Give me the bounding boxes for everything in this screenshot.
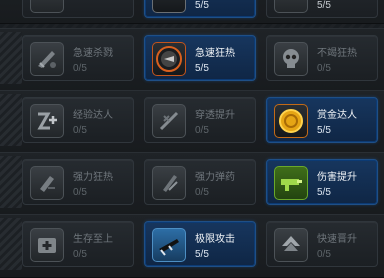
skill-card-top-3[interactable]: 5/5 <box>266 0 378 18</box>
green-gun-icon <box>274 166 308 200</box>
power-frenzy-icon <box>30 166 64 200</box>
blade-icon <box>30 42 64 76</box>
skill-name: 极限攻击 <box>195 234 235 245</box>
skill-icon <box>274 0 308 13</box>
rifle-icon <box>152 228 186 262</box>
skill-level: 5/5 <box>317 125 331 136</box>
skill-name: 强力弹药 <box>195 172 235 183</box>
side-decoration <box>0 32 22 84</box>
skill-icon <box>152 0 186 13</box>
rank-up-icon <box>274 228 308 262</box>
skill-level: 5/5 <box>195 0 209 11</box>
skill-card-endless-frenzy[interactable]: 不竭狂热 0/5 <box>266 35 378 81</box>
skill-name: 生存至上 <box>73 234 113 245</box>
skill-card-power-ammo[interactable]: 强力弹药 0/5 <box>144 159 256 205</box>
skill-name: 穿透提升 <box>195 110 235 121</box>
skill-level: 0/5 <box>317 249 331 260</box>
skill-name: 急速杀戮 <box>73 48 113 59</box>
skill-card-top-1[interactable] <box>22 0 134 18</box>
skill-card-fast-promotion[interactable]: 快速晋升 0/5 <box>266 221 378 267</box>
skill-level: 5/5 <box>317 187 331 198</box>
penetration-icon <box>152 104 186 138</box>
skill-card-rapid-frenzy[interactable]: 急速狂热 5/5 <box>144 35 256 81</box>
skill-card-extreme-attack[interactable]: 极限攻击 5/5 <box>144 221 256 267</box>
skill-card-top-2[interactable]: 5/5 <box>144 0 256 18</box>
gold-coin-icon <box>274 104 308 138</box>
side-decoration <box>0 156 22 208</box>
skill-level: 0/5 <box>73 249 87 260</box>
skill-level: 5/5 <box>317 0 331 11</box>
skill-level: 0/5 <box>317 63 331 74</box>
skill-level: 5/5 <box>195 249 209 260</box>
skill-icon <box>30 0 64 13</box>
skill-name: 经验达人 <box>73 110 113 121</box>
skill-card-rapid-kill[interactable]: 急速杀戮 0/5 <box>22 35 134 81</box>
skill-level: 5/5 <box>195 63 209 74</box>
skill-name: 伤害提升 <box>317 172 357 183</box>
skill-level: 0/5 <box>73 187 87 198</box>
skill-card-penetration[interactable]: 穿透提升 0/5 <box>144 97 256 143</box>
skill-name: 急速狂热 <box>195 48 235 59</box>
skill-level: 0/5 <box>195 125 209 136</box>
skill-card-damage-up[interactable]: 伤害提升 5/5 <box>266 159 378 205</box>
skull-icon <box>274 42 308 76</box>
skill-name: 不竭狂热 <box>317 48 357 59</box>
skill-name: 快速晋升 <box>317 234 357 245</box>
skull-badge-icon <box>152 42 186 76</box>
skill-card-power-frenzy[interactable]: 强力狂热 0/5 <box>22 159 134 205</box>
skill-card-experience[interactable]: 经验达人 0/5 <box>22 97 134 143</box>
skill-card-survival[interactable]: 生存至上 0/5 <box>22 221 134 267</box>
side-decoration <box>0 94 22 146</box>
side-decoration <box>0 218 22 270</box>
skill-name: 强力狂热 <box>73 172 113 183</box>
skill-level: 0/5 <box>73 63 87 74</box>
experience-up-icon <box>30 104 64 138</box>
power-ammo-icon <box>152 166 186 200</box>
medkit-icon <box>30 228 64 262</box>
skill-level: 0/5 <box>195 187 209 198</box>
skill-card-bounty[interactable]: 赏金达人 5/5 <box>266 97 378 143</box>
skill-level: 0/5 <box>73 125 87 136</box>
skill-name: 赏金达人 <box>317 110 357 121</box>
